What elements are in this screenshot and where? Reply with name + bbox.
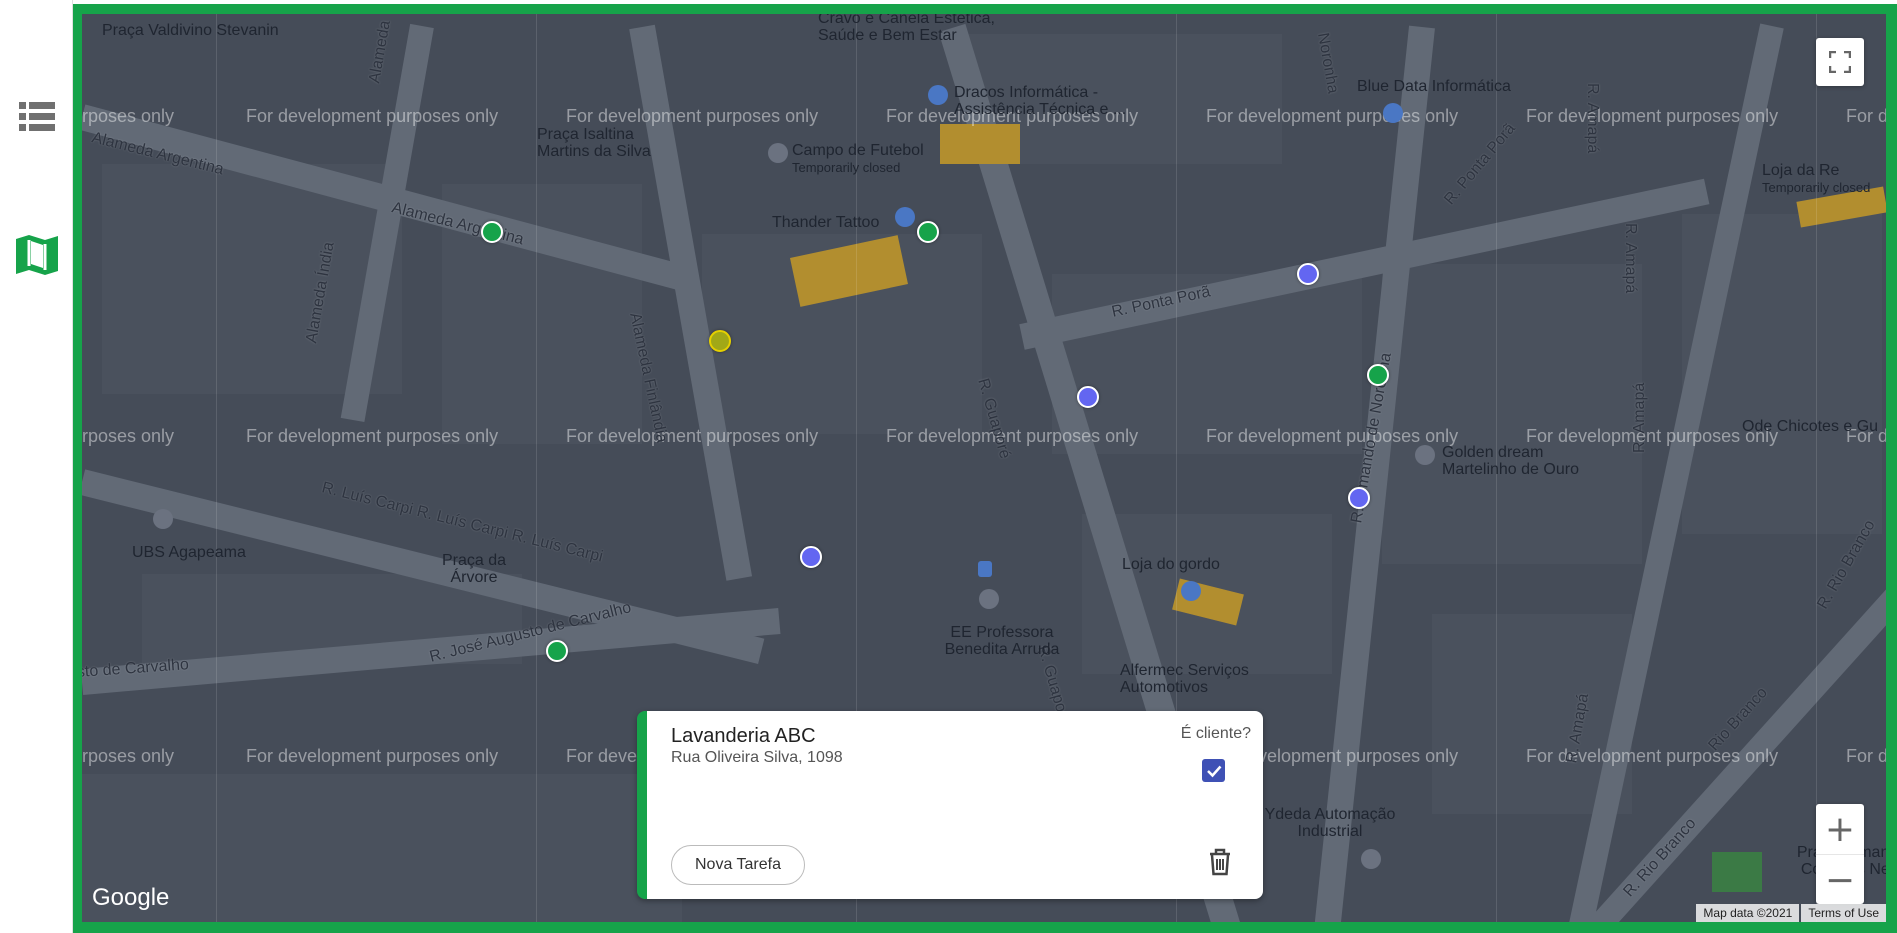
sidebar <box>0 0 73 933</box>
watermark: For development purposes only <box>246 746 499 766</box>
list-icon <box>19 102 55 131</box>
place-label: Loja do gordo <box>1122 556 1220 573</box>
client-marker[interactable] <box>1367 364 1389 386</box>
street-label: R. Amapá <box>1584 83 1601 154</box>
place-label: Ode Chicotes e Gu <box>1742 418 1879 435</box>
watermark: For development purposes only <box>1206 106 1459 126</box>
park <box>1712 852 1762 892</box>
transit-icon[interactable] <box>974 558 996 580</box>
place-label: Praça da Árvore <box>441 552 507 586</box>
watermark: For development purposes only <box>246 106 499 126</box>
watermark: For development purposes only <box>246 426 499 446</box>
list-view-button[interactable] <box>12 92 62 142</box>
building <box>940 124 1020 164</box>
grid-line <box>1816 14 1817 922</box>
place-label: Golden dream Martelinho de Ouro <box>1442 444 1579 478</box>
store-pin-icon[interactable] <box>1180 580 1202 602</box>
client-name: Lavanderia ABC <box>671 725 816 747</box>
store-pin-icon[interactable] <box>1382 102 1404 124</box>
check-icon <box>1206 765 1221 777</box>
delete-button[interactable] <box>1207 848 1233 881</box>
client-marker[interactable] <box>800 546 822 568</box>
school-pin-icon[interactable] <box>978 588 1000 610</box>
watermark: urposes only <box>82 746 175 766</box>
city-block <box>1382 264 1642 564</box>
fullscreen-button[interactable] <box>1816 38 1864 86</box>
client-address: Rua Oliveira Silva, 1098 <box>671 749 843 766</box>
place-name: Campo de Futebol <box>792 142 924 159</box>
is-client-checkbox[interactable] <box>1202 759 1225 782</box>
client-marker[interactable] <box>546 640 568 662</box>
fullscreen-icon <box>1829 51 1851 73</box>
place-label: Praça Isaltina Martins da Silva <box>537 126 651 160</box>
sports-pin-icon[interactable] <box>767 142 789 164</box>
zoom-control: + − <box>1816 804 1864 904</box>
place-label: Campo de Futebol Temporarily closed <box>792 142 924 176</box>
terms-link[interactable]: Terms of Use <box>1801 904 1886 922</box>
place-name: Loja da Re <box>1762 162 1840 179</box>
map-icon <box>16 235 58 275</box>
place-label: Cravo e Canela Estética, Saúde e Bem Est… <box>818 14 995 44</box>
hospital-pin-icon[interactable] <box>152 508 174 530</box>
zoom-out-button[interactable]: − <box>1816 855 1864 905</box>
client-marker[interactable] <box>1297 263 1319 285</box>
client-marker[interactable] <box>709 330 731 352</box>
grid-line <box>216 14 217 922</box>
google-logo: Google <box>92 884 170 911</box>
place-label: Ydeda Automação Industrial <box>1264 806 1396 840</box>
watermark: For development purposes only <box>886 426 1139 446</box>
is-client-label: É cliente? <box>1180 725 1251 742</box>
place-label: UBS Agapeama <box>132 544 246 561</box>
place-label: Dracos Informática - Assistência Técnica… <box>954 84 1127 118</box>
new-task-button[interactable]: Nova Tarefa <box>671 845 805 885</box>
place-label: Alfermec Serviços Automotivos <box>1120 662 1249 696</box>
place-pin-icon[interactable] <box>1360 848 1382 870</box>
place-label: Thander Tattoo <box>772 214 880 231</box>
zoom-in-button[interactable]: + <box>1816 804 1864 855</box>
client-marker[interactable] <box>481 221 503 243</box>
map-attribution: Map data ©2021 Terms of Use <box>1694 904 1886 922</box>
watermark: For development purposes only <box>566 106 819 126</box>
watermark: For development purposes only <box>1526 106 1779 126</box>
watermark: For development purposes only <box>566 426 819 446</box>
place-status: Temporarily closed <box>792 160 901 175</box>
client-marker[interactable] <box>1077 386 1099 408</box>
trash-icon <box>1210 848 1230 876</box>
client-info-card: Lavanderia ABC Rua Oliveira Silva, 1098 … <box>637 711 1263 899</box>
store-pin-icon[interactable] <box>894 206 916 228</box>
watermark: For d <box>1846 106 1886 126</box>
place-pin-icon[interactable] <box>1414 444 1436 466</box>
map-view-button[interactable] <box>12 230 62 280</box>
place-label: Blue Data Informática <box>1357 78 1511 95</box>
client-marker[interactable] <box>1348 487 1370 509</box>
place-label: EE Professora Benedita Arruda <box>944 624 1060 658</box>
watermark: For d <box>1846 746 1886 766</box>
city-block <box>82 774 682 922</box>
place-status: Temporarily closed <box>1762 180 1871 195</box>
place-label: Loja da Re Temporarily closed <box>1762 162 1870 196</box>
street-label: R. Amapá <box>1631 382 1648 453</box>
store-pin-icon[interactable] <box>927 84 949 106</box>
watermark: urposes only <box>82 106 175 126</box>
client-marker[interactable] <box>917 221 939 243</box>
map-data-label: Map data ©2021 <box>1696 904 1800 922</box>
watermark: urposes only <box>82 426 175 446</box>
street-label: R. Amapá <box>1622 223 1639 294</box>
place-label: Praça Valdivino Stevanin <box>102 22 279 39</box>
